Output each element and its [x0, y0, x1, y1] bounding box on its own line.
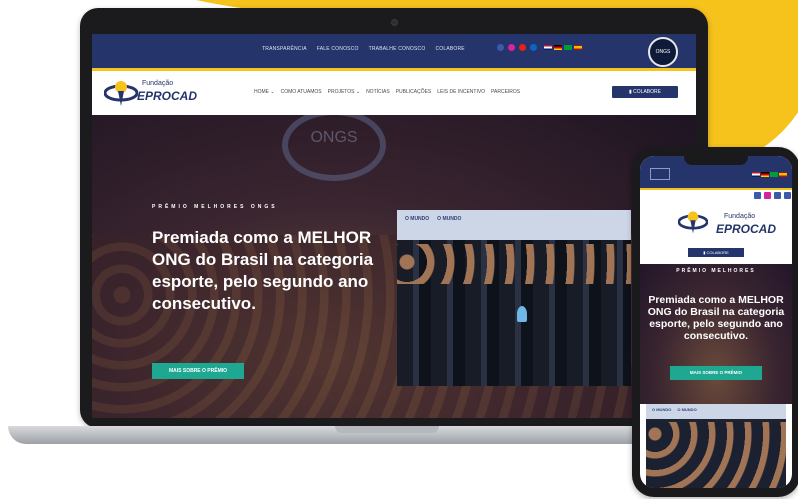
laptop-screen: TRANSPARÊNCIA FALE CONOSCO TRABALHE CONO… [92, 34, 696, 418]
nav-item-como-atuamos[interactable]: COMO ATUAMOS [281, 89, 322, 95]
hamburger-menu-icon[interactable] [650, 168, 670, 180]
phone-social-icons [754, 192, 791, 199]
language-flags [544, 45, 582, 50]
photo-faces [397, 244, 631, 284]
phone-mockup: Fundação EPROCAD ▮ COLABORE PRÊMIO MELHO… [632, 147, 798, 497]
facebook-icon[interactable] [497, 44, 504, 51]
hero-bg-ongs-logo: ONGS [282, 115, 386, 181]
photo-banner-text: O MUNDO [677, 407, 697, 412]
hero-headline: Premiada como a MELHOR ONG do Brasil na … [152, 228, 374, 313]
social-icons [497, 44, 537, 51]
brazil-flag-icon[interactable] [770, 172, 778, 177]
nav-item-publicacoes[interactable]: PUBLICAÇÕES [396, 89, 432, 95]
spain-flag-icon[interactable] [574, 45, 582, 50]
phone-notch [684, 156, 748, 165]
eprocad-logo-icon [104, 81, 138, 106]
instagram-icon[interactable] [508, 44, 515, 51]
linkedin-icon[interactable] [530, 44, 537, 51]
photo-people [646, 422, 786, 488]
logo-text-eprocad: EPROCAD [716, 222, 777, 236]
photo-banner: O MUNDO O MUNDO [652, 407, 697, 412]
phone-colabore-button[interactable]: ▮ COLABORE [688, 248, 744, 257]
germany-flag-icon[interactable] [554, 45, 562, 50]
top-link-transparencia[interactable]: TRANSPARÊNCIA [262, 46, 307, 52]
award-team-photo: O MUNDO O MUNDO [397, 210, 631, 386]
hero-section: ONGS PRÊMIO MELHORES ONGS Premiada como … [92, 115, 696, 418]
photo-banner-text: O MUNDO [405, 216, 430, 222]
phone-award-team-photo: O MUNDO O MUNDO [646, 404, 786, 488]
linkedin-icon[interactable] [774, 192, 781, 199]
uk-flag-icon[interactable] [544, 45, 552, 50]
mais-sobre-o-premio-button[interactable]: MAIS SOBRE O PRÊMIO [152, 363, 244, 379]
instagram-icon[interactable] [764, 192, 771, 199]
laptop-camera [391, 19, 398, 26]
spain-flag-icon[interactable] [779, 172, 787, 177]
germany-flag-icon[interactable] [761, 172, 769, 177]
phone-hero-headline: Premiada como a MELHOR ONG do Brasil na … [647, 294, 785, 342]
nav-item-leis-de-incentivo[interactable]: LEIS DE INCENTIVO [437, 89, 485, 95]
phone-mais-sobre-o-premio-button[interactable]: MAIS SOBRE O PRÊMIO [670, 366, 762, 380]
laptop-base-notch [335, 426, 439, 433]
trophy-icon [517, 306, 527, 322]
main-navbar: Fundação EPROCAD HOME ⌄ COMO ATUAMOS PRO… [92, 71, 696, 115]
phone-language-flags [752, 172, 787, 177]
youtube-icon[interactable] [784, 192, 791, 199]
top-utility-bar: TRANSPARÊNCIA FALE CONOSCO TRABALHE CONO… [92, 34, 696, 81]
melhores-ongs-seal: ONGS 2022 [648, 37, 678, 81]
main-menu: HOME ⌄ COMO ATUAMOS PROJETOS ⌄ NOTÍCIAS … [254, 89, 520, 95]
nav-item-projetos[interactable]: PROJETOS ⌄ [328, 89, 360, 95]
uk-flag-icon[interactable] [752, 172, 760, 177]
logo-text-fundacao: Fundação [724, 213, 756, 220]
laptop-mockup: TRANSPARÊNCIA FALE CONOSCO TRABALHE CONO… [80, 8, 708, 428]
nav-item-home[interactable]: HOME ⌄ [254, 89, 275, 95]
photo-banner-text: O MUNDO [652, 407, 672, 412]
top-link-fale-conosco[interactable]: FALE CONOSCO [317, 46, 359, 52]
hero-kicker: PRÊMIO MELHORES ONGS [152, 204, 278, 210]
top-links: TRANSPARÊNCIA FALE CONOSCO TRABALHE CONO… [262, 46, 465, 52]
phone-hero-section: PRÊMIO MELHORES Premiada como a MELHOR O… [640, 264, 792, 404]
phone-screen: Fundação EPROCAD ▮ COLABORE PRÊMIO MELHO… [640, 156, 792, 488]
top-link-trabalhe-conosco[interactable]: TRABALHE CONOSCO [369, 46, 426, 52]
colabore-button[interactable]: ▮ COLABORE [612, 86, 678, 98]
eprocad-logo-icon [678, 211, 708, 234]
brazil-flag-icon[interactable] [564, 45, 572, 50]
facebook-icon[interactable] [754, 192, 761, 199]
phone-hero-kicker: PRÊMIO MELHORES [676, 268, 756, 274]
logo-text-fundacao: Fundação [142, 80, 174, 87]
logo-text-eprocad: EPROCAD [137, 89, 198, 103]
photo-banner: O MUNDO O MUNDO [405, 216, 461, 222]
youtube-icon[interactable] [519, 44, 526, 51]
top-link-colabore[interactable]: COLABORE [435, 46, 464, 52]
nav-item-noticias[interactable]: NOTÍCIAS [366, 89, 390, 95]
nav-item-parceiros[interactable]: PARCEIROS [491, 89, 520, 95]
photo-banner-text: O MUNDO [437, 216, 462, 222]
